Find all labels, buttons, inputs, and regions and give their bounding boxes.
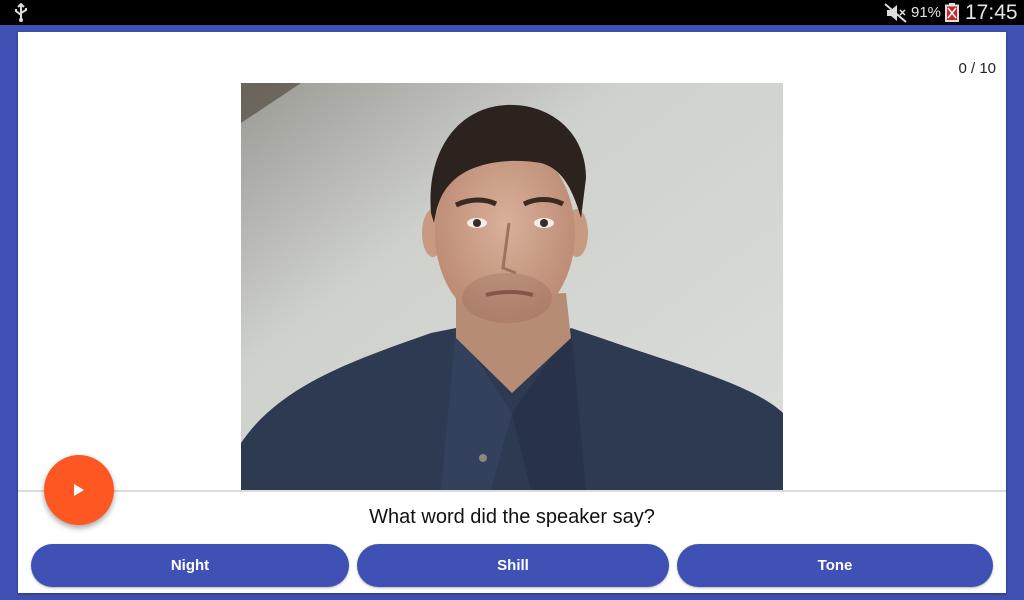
status-bar: 91% 17:45: [0, 0, 1024, 25]
speaker-illustration: [241, 83, 783, 490]
progress-counter: 0 / 10: [958, 60, 996, 77]
play-button[interactable]: [44, 455, 114, 525]
mute-icon: [884, 3, 907, 23]
speaker-video: [241, 83, 783, 490]
question-text: What word did the speaker say?: [369, 506, 655, 528]
play-icon: [74, 484, 84, 496]
answer-button-night[interactable]: Night: [31, 544, 349, 587]
clock: 17:45: [965, 1, 1018, 24]
battery-icon: [945, 3, 959, 22]
usb-icon: [15, 3, 27, 22]
quiz-card: 0 / 10 What word did the speaker say? Ni…: [18, 32, 1006, 593]
divider: [18, 490, 1006, 492]
answer-button-tone[interactable]: Tone: [677, 544, 993, 587]
answer-button-shill[interactable]: Shill: [357, 544, 669, 587]
battery-percent: 91%: [911, 4, 942, 21]
